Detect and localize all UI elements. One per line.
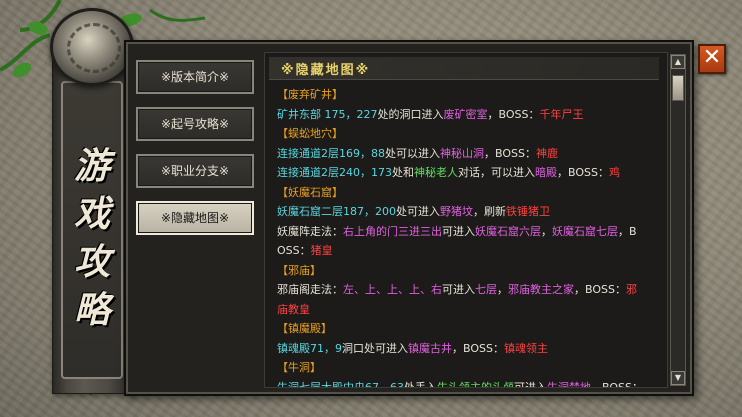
text-segment: 右上角的门三进三出 [343, 224, 442, 238]
text-segment: ，BOSS： [487, 107, 540, 121]
text-segment: 邪庙教主之家 [508, 283, 574, 296]
text-segment: ， [497, 283, 508, 296]
text-segment: 【妖魔石窟】 [277, 185, 343, 199]
content-line: OSS：猪皇 [277, 241, 661, 261]
text-segment: 【蜈蚣地穴】 [277, 127, 343, 140]
text-segment: 对话，可以进入 [458, 166, 535, 179]
content-text: 【废弃矿井】 矿井东部 175，227处的洞口进入废矿密室，BOSS：千年尸王 【蜈… [277, 85, 661, 388]
text-segment: 妖魔石窟七层 [552, 224, 618, 238]
text-segment: 连接通道2层240，173 [277, 166, 392, 179]
content-header: ※隐藏地图※ [269, 57, 659, 80]
text-segment: ，BOSS： [452, 341, 504, 355]
text-segment: 邪 [625, 283, 637, 296]
close-icon[interactable]: ✕ [698, 44, 726, 74]
text-segment: 矿井东部 175，227 [277, 107, 378, 121]
text-segment: 庙教皇 [277, 302, 310, 316]
content-title: ※隐藏地图※ [281, 63, 371, 78]
pillar-frame: 游 戏 攻 略 [61, 81, 123, 379]
title-char: 游 [73, 145, 110, 187]
text-segment: 可进入 [442, 224, 475, 238]
text-segment: 猪皇 [310, 244, 333, 257]
title-char: 戏 [73, 193, 110, 235]
text-segment: 连接通道2层169，88 [277, 146, 385, 160]
text-segment: 妖魔石窟六层 [475, 224, 541, 238]
vertical-title: 游 戏 攻 略 [63, 145, 121, 331]
text-segment: 镇魂领主 [503, 341, 548, 355]
section-heading: 【邪庙】 [277, 261, 661, 281]
text-segment: 【镇魔殿】 [277, 322, 332, 335]
text-segment: 牛洞禁地 [547, 380, 591, 388]
content-line: 连接通道2层240，173处和神秘老人对话，可以进入暗殿，BOSS：鸡 [277, 163, 661, 183]
nav-column: ※版本简介※ ※起号攻略※ ※职业分支※ ※隐藏地图※ [136, 60, 258, 248]
text-segment: 处可以进入 [385, 146, 440, 160]
text-segment: 处的洞口进入 [377, 107, 444, 121]
section-heading: 【蜈蚣地穴】 [277, 124, 661, 144]
text-segment: 神秘山洞 [440, 146, 484, 160]
section-heading: 【妖魔石窟】 [277, 183, 661, 203]
text-segment: 暗殿 [535, 166, 557, 179]
text-segment: 七层 [475, 283, 497, 296]
text-segment: 可进入 [514, 380, 547, 388]
guide-panel: ※版本简介※ ※起号攻略※ ※职业分支※ ※隐藏地图※ ※隐藏地图※ 【废弃矿井… [124, 40, 694, 396]
text-segment: 牛洞七层大殿中央67，63 [277, 380, 404, 388]
text-segment: ，刷新 [473, 205, 506, 218]
left-pillar: 游 戏 攻 略 [52, 40, 132, 394]
text-segment: 镇魔古井 [408, 341, 452, 355]
section-heading: 【牛洞】 [277, 358, 661, 378]
arrow-down-icon[interactable]: ▼ [671, 371, 685, 385]
title-char: 略 [73, 289, 110, 331]
content-line: 妖魔石窟二层187，200处可进入野猪坟，刷新铁锤猪卫 [277, 202, 661, 222]
text-segment: 神鹿 [535, 146, 558, 160]
text-segment: 处可进入 [396, 205, 440, 218]
content-line: 矿井东部 175，227处的洞口进入废矿密室，BOSS：千年尸王 [277, 105, 661, 125]
title-char: 攻 [73, 241, 110, 283]
scrollbar[interactable]: ▲ ▼ [670, 54, 686, 386]
text-segment: 牛头领主的头颅 [437, 380, 514, 388]
text-segment: 【牛洞】 [277, 361, 321, 374]
nav-button-class-branches[interactable]: ※职业分支※ [136, 154, 254, 188]
text-segment: 处和 [392, 166, 414, 179]
content-line: 庙教皇 [277, 300, 661, 320]
text-segment: ，BOSS： [574, 283, 626, 296]
text-segment: 妖魔阵走法： [277, 224, 343, 238]
content-line: 邪庙阁走法：左、上、上、上、右可进入七层，邪庙教主之家，BOSS：邪 [277, 280, 661, 300]
nav-button-hidden-maps[interactable]: ※隐藏地图※ [136, 201, 254, 235]
text-segment: ，B [618, 224, 637, 238]
text-segment: 野猪坟 [440, 205, 473, 218]
text-segment: 邪庙阁走法： [277, 283, 343, 296]
text-segment: 洞口处可进入 [342, 341, 408, 355]
arrow-up-icon[interactable]: ▲ [671, 55, 685, 69]
dragon-emblem-icon [50, 8, 134, 86]
nav-button-leveling-guide[interactable]: ※起号攻略※ [136, 107, 254, 141]
text-segment: ，BOSS： [484, 146, 536, 160]
text-segment: ，BOSS： [591, 380, 643, 388]
section-heading: 【废弃矿井】 [277, 85, 661, 105]
content-area: ※隐藏地图※ 【废弃矿井】 矿井东部 175，227处的洞口进入废矿密室，BOSS… [264, 52, 668, 388]
text-segment: 镇魂殿71，9 [277, 341, 342, 355]
content-line: 连接通道2层169，88处可以进入神秘山洞，BOSS：神鹿 [277, 144, 661, 164]
text-segment: OSS： [277, 244, 311, 257]
text-segment: 【废弃矿井】 [277, 88, 343, 101]
section-heading: 【镇魔殿】 [277, 319, 661, 339]
content-line: 妖魔阵走法：右上角的门三进三出可进入妖魔石窟六层，妖魔石窟七层，B [277, 222, 661, 242]
nav-button-version-intro[interactable]: ※版本简介※ [136, 60, 254, 94]
text-segment: 【邪庙】 [277, 263, 321, 277]
text-segment: 左、上、上、上、右 [343, 283, 442, 296]
text-segment: 废矿密室 [443, 107, 488, 121]
text-segment: 千年尸王 [539, 107, 584, 121]
text-segment: 神秘老人 [414, 166, 458, 179]
text-segment: 可进入 [442, 283, 475, 296]
text-segment: 妖魔石窟二层187，200 [277, 205, 396, 218]
text-segment: ， [541, 224, 552, 238]
text-segment: 处丢入 [404, 380, 437, 388]
scroll-thumb[interactable] [672, 75, 684, 101]
content-line: 镇魂殿71，9洞口处可进入镇魔古井，BOSS：镇魂领主 [277, 339, 661, 359]
text-segment: 鸡 [608, 166, 620, 179]
text-segment: 铁锤猪卫 [506, 205, 550, 218]
text-segment: ，BOSS： [557, 166, 609, 179]
content-line: 牛洞七层大殿中央67，63处丢入牛头领主的头颅可进入牛洞禁地，BOSS： [277, 378, 661, 388]
